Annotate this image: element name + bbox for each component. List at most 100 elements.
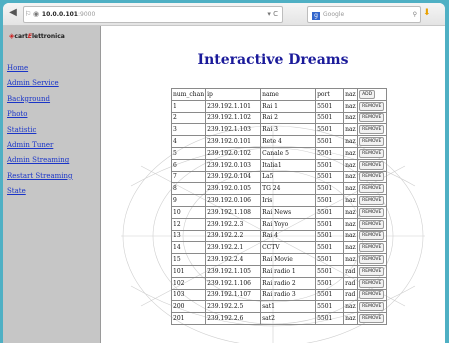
ip-cell: 239.192.2.2 (205, 229, 262, 243)
port-cell: 5501 (315, 135, 345, 148)
site-info-icon[interactable]: ◉ (32, 7, 40, 22)
port-cell: 5501 (315, 170, 345, 184)
remove-button[interactable]: REMOVE (359, 266, 385, 276)
table-row: 200 239.192.2.5 sat1 5501 naz REMOVE (170, 300, 388, 314)
num-cell: 13 (170, 229, 207, 243)
url-bar[interactable]: ⚐ ◉ 10.0.0.101:9000 ▾ C (23, 6, 283, 23)
num-cell: 6 (170, 158, 207, 172)
ip-cell: 239.192.1.103 (205, 123, 262, 137)
ip-cell: 239.192.2.5 (205, 300, 262, 314)
sidebar-item-background[interactable]: Background (7, 92, 73, 107)
remove-button[interactable]: REMOVE (359, 278, 385, 288)
ip-cell: 239.192.0.103 (205, 158, 262, 172)
table-row: 3 239.192.1.103 Rai 3 5501 naz REMOVE (170, 123, 388, 137)
port-cell: 5501 (315, 276, 345, 290)
sidebar-item-photo[interactable]: Photo (7, 107, 73, 122)
naz-cell: naz (343, 253, 359, 266)
table-row: 8 239.192.0.105 TG 24 5501 naz REMOVE (170, 182, 388, 196)
naz-cell: naz (343, 312, 359, 325)
port-cell: 5501 (315, 123, 345, 137)
port-cell: 5501 (315, 99, 345, 113)
remove-button[interactable]: REMOVE (359, 137, 385, 147)
logo: ◈cartElettronica (9, 32, 65, 40)
channels-table: num_chan ip name port naz ADD 1 239.192.1… (170, 88, 388, 325)
back-icon[interactable]: ◀ (7, 7, 19, 19)
ip-cell: 239.192.1.102 (205, 111, 262, 125)
naz-cell: naz (343, 146, 359, 160)
main-content: Interactive Dreams num_chan ip name port… (101, 26, 445, 343)
remove-button[interactable]: REMOVE (359, 314, 385, 324)
table-row: 9 239.192.0.106 Iris 5501 naz REMOVE (170, 194, 388, 207)
port-cell: 5501 (315, 158, 345, 172)
name-cell: CCTV (260, 241, 317, 255)
sidebar-item-restart-streaming[interactable]: Restart Streaming (7, 169, 73, 184)
remove-cell: REMOVE (357, 123, 388, 137)
port-cell: 5501 (315, 229, 345, 243)
remove-button[interactable]: REMOVE (359, 160, 385, 170)
port-cell: 5501 (315, 288, 345, 302)
naz-cell: naz (343, 158, 359, 172)
remove-cell: REMOVE (357, 158, 388, 172)
sidebar-item-home[interactable]: Home (7, 61, 73, 76)
port-cell: 5501 (315, 300, 345, 314)
table-row: 4 239.192.0.101 Rete 4 5501 naz REMOVE (170, 135, 388, 148)
ip-cell: 239.192.0.105 (205, 182, 262, 196)
num-cell: 9 (170, 194, 207, 207)
remove-button[interactable]: REMOVE (359, 243, 385, 253)
num-cell: 8 (170, 182, 207, 196)
sidebar-item-state[interactable]: State (7, 184, 73, 199)
naz-cell: rad (343, 276, 359, 290)
name-cell: La5 (260, 170, 317, 184)
remove-cell: REMOVE (357, 182, 388, 196)
remove-button[interactable]: REMOVE (359, 290, 385, 300)
search-input[interactable]: Google (323, 11, 344, 18)
remove-button[interactable]: REMOVE (359, 113, 385, 123)
search-box[interactable]: g Google ⚲ (307, 6, 421, 23)
num-cell: 14 (170, 241, 207, 255)
remove-button[interactable]: REMOVE (359, 101, 385, 111)
ip-cell: 239.192.2.1 (205, 241, 262, 255)
remove-button[interactable]: REMOVE (359, 125, 385, 135)
sidebar-item-statistic[interactable]: Statistic (7, 123, 73, 138)
sidebar-item-admin-tuner[interactable]: Admin Tuner (7, 138, 73, 153)
ip-cell: 239.192.2.4 (205, 253, 262, 266)
remove-button[interactable]: REMOVE (359, 231, 385, 241)
naz-cell: naz (343, 135, 359, 148)
remove-button[interactable]: REMOVE (359, 302, 385, 312)
naz-cell: naz (343, 170, 359, 184)
remove-button[interactable]: REMOVE (359, 196, 385, 206)
remove-button[interactable]: REMOVE (359, 207, 385, 217)
table-row: 101 239.192.1.105 Rai radio 1 5501 rad REMOVE (170, 264, 388, 278)
remove-button[interactable]: REMOVE (359, 255, 385, 265)
remove-cell: REMOVE (357, 288, 388, 302)
ip-cell: 239.192.2.6 (205, 312, 262, 325)
search-icon[interactable]: ⚲ (413, 7, 417, 22)
browser-window: ◀ ⚐ ◉ 10.0.0.101:9000 ▾ C g Google ⚲ ⬇ ◈ca… (3, 3, 445, 343)
sidebar-item-admin-streaming[interactable]: Admin Streaming (7, 153, 73, 168)
url-host: 10.0.0.101 (41, 11, 78, 18)
browser-toolbar: ◀ ⚐ ◉ 10.0.0.101:9000 ▾ C g Google ⚲ ⬇ (3, 3, 445, 26)
remove-button[interactable]: REMOVE (359, 219, 385, 229)
port-cell: 5501 (315, 264, 345, 278)
remove-cell: REMOVE (357, 99, 388, 113)
remove-cell: REMOVE (357, 241, 388, 255)
search-engine-icon[interactable]: g (312, 12, 320, 20)
num-cell: 200 (170, 300, 207, 314)
sidebar-item-admin-service[interactable]: Admin Service (7, 76, 73, 91)
remove-cell: REMOVE (357, 170, 388, 184)
port-cell: 5501 (315, 241, 345, 255)
remove-button[interactable]: REMOVE (359, 148, 385, 158)
num-cell: 5 (170, 146, 207, 160)
remove-button[interactable]: REMOVE (359, 172, 385, 182)
num-cell: 10 (170, 205, 207, 219)
ip-cell: 239.192.1.107 (205, 288, 262, 302)
naz-cell: naz (343, 300, 359, 314)
column-header: num_chan (170, 88, 207, 101)
page-title: Interactive Dreams (197, 52, 349, 68)
download-icon[interactable]: ⬇ (423, 8, 431, 18)
name-cell: Rai 3 (260, 123, 317, 137)
reload-icon[interactable]: ▾ C (267, 7, 278, 22)
add-button[interactable]: ADD (359, 89, 376, 99)
num-cell: 201 (170, 312, 207, 325)
remove-button[interactable]: REMOVE (359, 184, 385, 194)
